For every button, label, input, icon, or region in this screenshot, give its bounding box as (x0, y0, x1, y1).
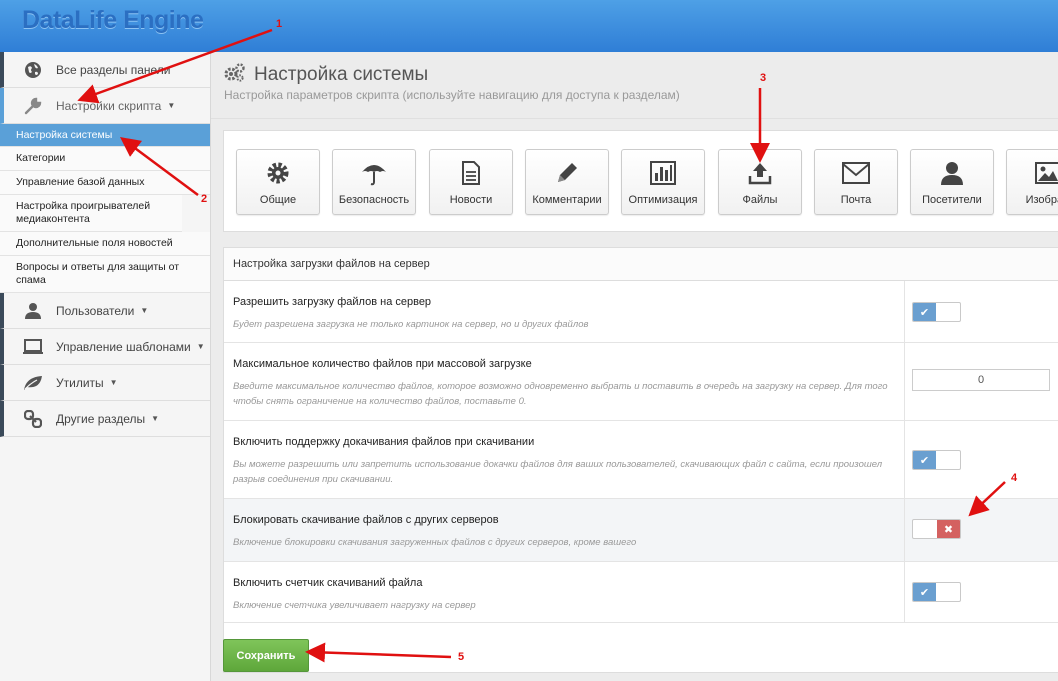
annotation-number: 1 (276, 18, 283, 30)
gears-icon (224, 62, 246, 88)
logo[interactable]: DataLife Engine (22, 6, 204, 35)
setting-title: Включить поддержку докачивания файлов пр… (233, 436, 535, 448)
page-subtitle: Настройка параметров скрипта (используйт… (224, 88, 680, 102)
caret-down-icon: ▼ (140, 306, 149, 315)
tab-label: Общие (259, 194, 297, 206)
setting-title: Максимальное количество файлов при массо… (233, 358, 532, 370)
setting-row: Включить счетчик скачиваний файла Включе… (224, 562, 1058, 623)
tab-label: Оптимизация (628, 194, 698, 206)
submenu-item-system-settings[interactable]: Настройка системы (0, 124, 210, 147)
document-icon (461, 160, 481, 186)
annotation-number: 4 (1011, 472, 1018, 484)
annotation-number: 2 (201, 193, 208, 205)
sidebar-item-utilities[interactable]: Утилиты ▼ (0, 365, 210, 401)
caret-down-icon: ▼ (196, 342, 205, 351)
sidebar-item-label: Другие разделы (56, 411, 146, 426)
toggle-switch[interactable]: ✔ (912, 302, 961, 322)
tab-label: Комментарии (532, 194, 602, 206)
sidebar-item-all-sections[interactable]: Все разделы панели (0, 52, 210, 88)
close-icon: ✖ (937, 520, 960, 538)
sidebar-item-label: Управление шаблонами (56, 339, 191, 354)
sidebar-item-users[interactable]: Пользователи ▼ (0, 293, 210, 329)
setting-title: Блокировать скачивание файлов с других с… (233, 514, 499, 526)
toggle-switch[interactable]: ✔ (912, 582, 961, 602)
sidebar: Все разделы панели Настройки скрипта ▼ Н… (0, 52, 211, 681)
sidebar-item-other-sections[interactable]: Другие разделы ▼ (0, 401, 210, 437)
setting-description: Введите максимальное количество файлов, … (233, 381, 888, 407)
submenu-item-database[interactable]: Управление базой данных (0, 171, 210, 195)
monitor-icon (22, 336, 44, 358)
sidebar-item-label: Утилиты (56, 375, 104, 390)
tab-label: Новости (449, 194, 493, 206)
globe-icon (22, 59, 44, 81)
tab-files[interactable]: Файлы (718, 149, 802, 215)
user-icon (940, 160, 964, 186)
envelope-icon (842, 160, 870, 186)
tab-news[interactable]: Новости (429, 149, 513, 215)
annotation-number: 3 (760, 72, 767, 84)
page-title-text: Настройка системы (254, 64, 429, 85)
sidebar-item-script-settings[interactable]: Настройки скрипта ▼ (0, 88, 210, 124)
tab-comments[interactable]: Комментарии (525, 149, 609, 215)
tab-label: Безопасность (338, 194, 410, 206)
settings-tabs-panel: Общие Безопасность Новости Комментарии О… (223, 130, 1058, 232)
submenu-item-media-players[interactable]: Настройка проигрывателей медиаконтента (0, 195, 182, 232)
setting-title: Разрешить загрузку файлов на сервер (233, 296, 432, 308)
tab-general[interactable]: Общие (236, 149, 320, 215)
sidebar-item-templates[interactable]: Управление шаблонами ▼ (0, 329, 210, 365)
caret-down-icon: ▼ (167, 101, 176, 110)
tab-label: Файлы (742, 194, 778, 206)
tab-optimization[interactable]: Оптимизация (621, 149, 705, 215)
pencil-icon (555, 160, 579, 186)
umbrella-icon (361, 160, 387, 186)
gear-icon (266, 160, 290, 186)
submenu-item-extra-fields[interactable]: Дополнительные поля новостей (0, 232, 210, 256)
settings-panel: Настройка загрузки файлов на сервер Разр… (223, 247, 1058, 673)
setting-description: Вы можете разрешить или запретить исполь… (233, 459, 883, 485)
tab-label: Изображ (1025, 194, 1058, 206)
check-icon: ✔ (913, 303, 936, 321)
sidebar-item-label: Все разделы панели (56, 62, 171, 77)
submenu-script-settings: Настройка системы Категории Управление б… (0, 124, 210, 293)
main-content: Настройка системы Настройка параметров с… (211, 52, 1058, 681)
check-icon: ✔ (913, 583, 936, 601)
settings-header: Настройка загрузки файлов на сервер (224, 248, 1058, 281)
setting-row: Блокировать скачивание файлов с других с… (224, 499, 1058, 562)
sidebar-item-label: Настройки скрипта (56, 98, 162, 113)
leaf-icon (22, 372, 44, 394)
wrench-icon (22, 95, 44, 117)
tab-label: Посетители (922, 194, 982, 206)
page-title: Настройка системы (224, 62, 428, 88)
annotation-number: 5 (458, 651, 465, 663)
divider (211, 118, 1058, 119)
toggle-switch[interactable]: ✖ (912, 519, 961, 539)
setting-row: Включить поддержку докачивания файлов пр… (224, 421, 1058, 499)
upload-icon (748, 160, 772, 186)
user-icon (22, 300, 44, 322)
caret-down-icon: ▼ (109, 378, 118, 387)
submenu-item-categories[interactable]: Категории (0, 147, 210, 171)
top-header: DataLife Engine (0, 0, 1058, 52)
bar-chart-icon (650, 160, 676, 186)
setting-row: Разрешить загрузку файлов на сервер Буде… (224, 281, 1058, 343)
save-button[interactable]: Сохранить (223, 639, 309, 672)
caret-down-icon: ▼ (151, 414, 160, 423)
setting-row: Максимальное количество файлов при массо… (224, 343, 1058, 421)
sidebar-item-label: Пользователи (56, 303, 135, 318)
tab-label: Почта (840, 194, 872, 206)
toggle-switch[interactable]: ✔ (912, 450, 961, 470)
max-files-input[interactable] (912, 369, 1050, 391)
tab-visitors[interactable]: Посетители (910, 149, 994, 215)
setting-description: Будет разрешена загрузка не только карти… (233, 319, 589, 330)
check-icon: ✔ (913, 451, 936, 469)
link-icon (22, 408, 44, 430)
submenu-item-antispam-questions[interactable]: Вопросы и ответы для защиты от спама (0, 256, 210, 293)
image-icon (1035, 160, 1058, 186)
tab-security[interactable]: Безопасность (332, 149, 416, 215)
setting-description: Включение счетчика увеличивает нагрузку … (233, 600, 476, 611)
tab-images[interactable]: Изображ (1006, 149, 1058, 215)
setting-title: Включить счетчик скачиваний файла (233, 577, 423, 589)
tab-mail[interactable]: Почта (814, 149, 898, 215)
setting-description: Включение блокировки скачивания загружен… (233, 537, 637, 548)
